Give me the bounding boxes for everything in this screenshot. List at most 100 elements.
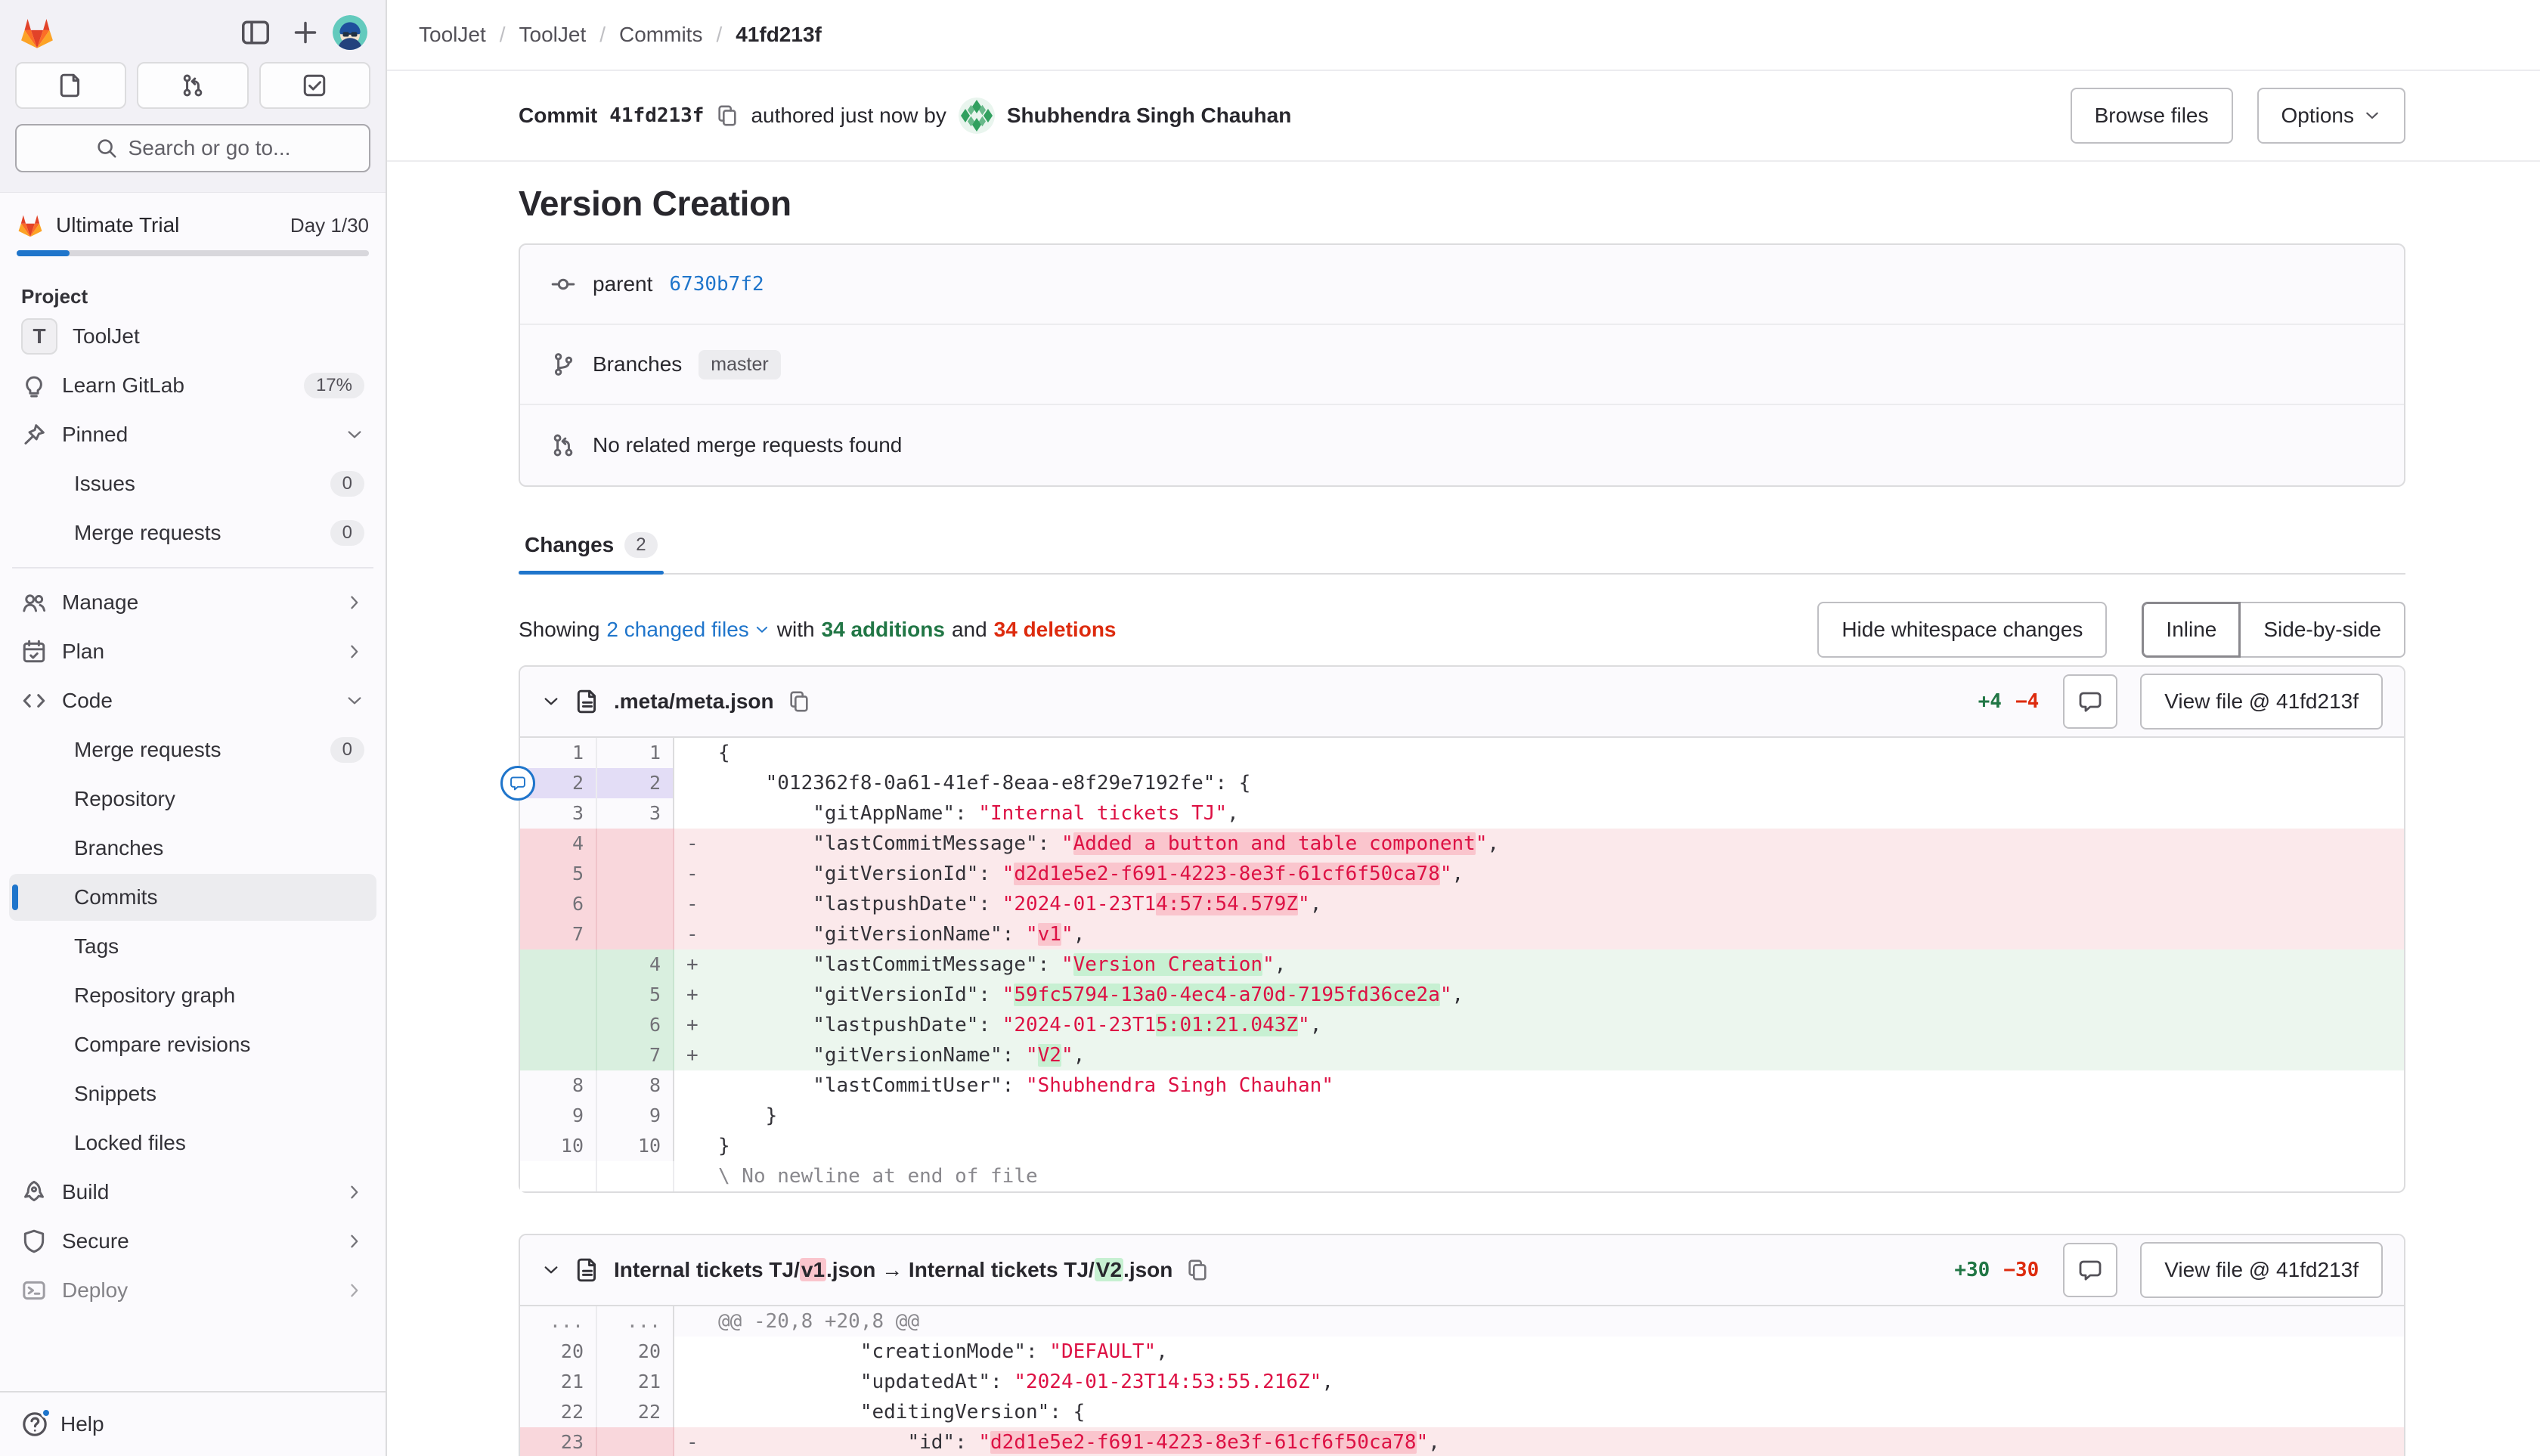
old-line-number[interactable] <box>520 1161 597 1191</box>
old-line-number[interactable]: 3 <box>520 798 597 829</box>
copy-path-icon[interactable] <box>1186 1259 1209 1281</box>
hide-whitespace-button[interactable]: Hide whitespace changes <box>1817 602 2107 658</box>
commit-meta-panel: parent 6730b7f2 Branches master No relat… <box>519 243 2405 487</box>
breadcrumb-group[interactable]: ToolJet <box>419 23 486 47</box>
breadcrumb-commits[interactable]: Commits <box>619 23 702 47</box>
diff-row: 4- "lastCommitMessage": "Added a button … <box>520 829 2404 859</box>
comment-bubble-button[interactable] <box>500 766 535 801</box>
old-line-number[interactable] <box>520 949 597 980</box>
old-line-number[interactable]: ... <box>520 1306 597 1337</box>
sidebar-item-secure[interactable]: Secure <box>9 1218 376 1265</box>
code-line: } <box>674 1101 2404 1131</box>
copy-path-icon[interactable] <box>788 690 810 713</box>
sidebar-item-branches[interactable]: Branches <box>9 825 376 872</box>
new-line-number[interactable] <box>597 829 674 859</box>
view-file-button[interactable]: View file @ 41fd213f <box>2140 674 2383 730</box>
sidebar-item-build[interactable]: Build <box>9 1169 376 1216</box>
old-line-number[interactable]: 7 <box>520 919 597 949</box>
diff-summary-row: Showing 2 changed files with 34 addition… <box>519 602 2405 658</box>
sidebar-item-snippets[interactable]: Snippets <box>9 1070 376 1117</box>
new-line-number[interactable]: 2 <box>597 768 674 798</box>
new-line-number[interactable]: 9 <box>597 1101 674 1131</box>
author-avatar[interactable] <box>959 98 995 134</box>
new-line-number[interactable]: ... <box>597 1306 674 1337</box>
old-line-number[interactable] <box>520 1040 597 1070</box>
new-line-number[interactable] <box>597 1161 674 1191</box>
sidebar-item-pinned-merge-requests[interactable]: Merge requests0 <box>9 510 376 556</box>
new-menu-plus-icon[interactable] <box>290 17 321 48</box>
old-line-number[interactable]: 10 <box>520 1131 597 1161</box>
new-line-number[interactable]: 21 <box>597 1367 674 1397</box>
old-line-number[interactable]: 8 <box>520 1070 597 1101</box>
side-by-side-view-button[interactable]: Side-by-side <box>2239 602 2405 658</box>
old-line-number[interactable] <box>520 980 597 1010</box>
shortcut-merge-requests-button[interactable] <box>137 62 248 109</box>
old-line-number[interactable]: 23 <box>520 1427 597 1456</box>
old-line-number[interactable]: 22 <box>520 1397 597 1427</box>
old-line-number[interactable]: 20 <box>520 1337 597 1367</box>
new-line-number[interactable] <box>597 919 674 949</box>
old-line-number[interactable]: 6 <box>520 889 597 919</box>
new-line-number[interactable]: 1 <box>597 738 674 768</box>
trial-widget[interactable]: Ultimate Trial Day 1/30 <box>0 193 386 256</box>
search-input[interactable]: Search or go to... <box>15 124 370 172</box>
comment-file-button[interactable] <box>2063 1243 2117 1297</box>
new-line-number[interactable]: 6 <box>597 1010 674 1040</box>
merge-requests-row: No related merge requests found <box>520 405 2404 485</box>
sidebar-collapse-icon[interactable] <box>240 17 271 48</box>
new-line-number[interactable]: 8 <box>597 1070 674 1101</box>
user-avatar[interactable] <box>333 15 367 50</box>
sidebar-item-learn-gitlab[interactable]: Learn GitLab17% <box>9 362 376 409</box>
new-line-number[interactable]: 3 <box>597 798 674 829</box>
old-line-number[interactable]: 21 <box>520 1367 597 1397</box>
old-line-number[interactable]: 9 <box>520 1101 597 1131</box>
new-line-number[interactable]: 7 <box>597 1040 674 1070</box>
collapse-diff-icon[interactable] <box>541 1260 561 1280</box>
new-line-number[interactable]: 4 <box>597 949 674 980</box>
new-line-number[interactable]: 20 <box>597 1337 674 1367</box>
sidebar-item-manage[interactable]: Manage <box>9 579 376 626</box>
collapse-diff-icon[interactable] <box>541 692 561 711</box>
gitlab-logo-icon[interactable] <box>18 15 56 50</box>
parent-sha-link[interactable]: 6730b7f2 <box>669 273 764 296</box>
view-file-button[interactable]: View file @ 41fd213f <box>2140 1242 2383 1298</box>
old-line-number[interactable] <box>520 1010 597 1040</box>
old-line-number[interactable]: 4 <box>520 829 597 859</box>
sidebar-item-deploy[interactable]: Deploy <box>9 1267 376 1314</box>
browse-files-button[interactable]: Browse files <box>2071 88 2233 144</box>
branch-badge[interactable]: master <box>698 350 780 379</box>
new-line-number[interactable]: 5 <box>597 980 674 1010</box>
sidebar-item-tooljet[interactable]: TToolJet <box>9 313 376 360</box>
old-line-number[interactable]: 5 <box>520 859 597 889</box>
shortcut-issues-button[interactable] <box>15 62 126 109</box>
sidebar-item-repository-graph[interactable]: Repository graph <box>9 972 376 1019</box>
new-line-number[interactable] <box>597 889 674 919</box>
sidebar-item-help[interactable]: Help <box>21 1411 135 1438</box>
shortcut-todos-button[interactable] <box>259 62 370 109</box>
sidebar-item-pinned[interactable]: Pinned <box>9 411 376 458</box>
changed-files-link[interactable]: 2 changed files <box>606 618 770 642</box>
inline-view-button[interactable]: Inline <box>2142 602 2241 658</box>
sidebar-item-pinned-issues[interactable]: Issues0 <box>9 460 376 507</box>
comment-file-button[interactable] <box>2063 674 2117 729</box>
breadcrumb-project[interactable]: ToolJet <box>519 23 587 47</box>
sidebar-item-compare-revisions[interactable]: Compare revisions <box>9 1021 376 1068</box>
file-path[interactable]: .meta/meta.json <box>614 689 774 714</box>
sidebar-item-commits[interactable]: Commits <box>9 874 376 921</box>
sidebar-item-plan[interactable]: Plan <box>9 628 376 675</box>
new-line-number[interactable] <box>597 859 674 889</box>
commit-author-name[interactable]: Shubhendra Singh Chauhan <box>1007 104 1291 128</box>
file-path[interactable]: Internal tickets TJ/v1.json → Internal t… <box>614 1258 1172 1282</box>
sidebar-item-repository[interactable]: Repository <box>9 776 376 822</box>
tab-changes[interactable]: Changes 2 <box>519 532 664 573</box>
old-line-number[interactable]: 1 <box>520 738 597 768</box>
copy-sha-icon[interactable] <box>716 104 739 127</box>
sidebar-item-code[interactable]: Code <box>9 677 376 724</box>
new-line-number[interactable]: 22 <box>597 1397 674 1427</box>
sidebar-item-code-merge-requests[interactable]: Merge requests0 <box>9 726 376 773</box>
new-line-number[interactable] <box>597 1427 674 1456</box>
options-button[interactable]: Options <box>2257 88 2406 144</box>
sidebar-item-tags[interactable]: Tags <box>9 923 376 970</box>
sidebar-item-locked-files[interactable]: Locked files <box>9 1120 376 1166</box>
new-line-number[interactable]: 10 <box>597 1131 674 1161</box>
